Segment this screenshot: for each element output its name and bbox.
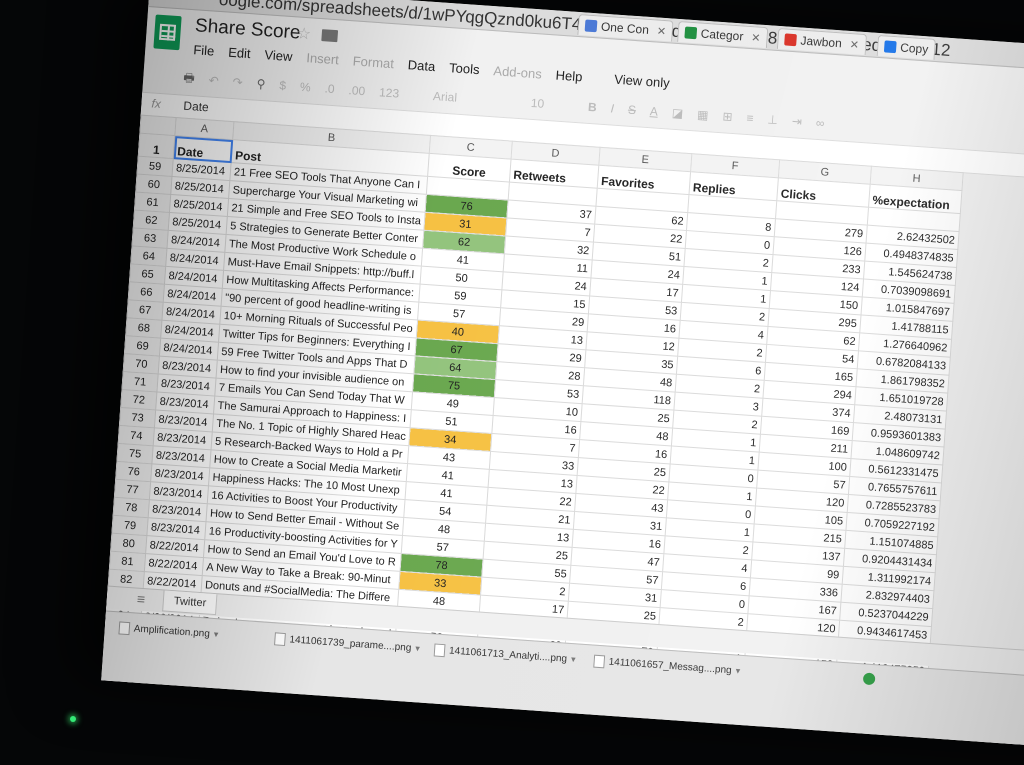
folder-icon[interactable]: [321, 29, 339, 43]
document-title[interactable]: Share Score: [194, 15, 301, 44]
sheets-logo-icon[interactable]: [153, 14, 182, 51]
close-icon[interactable]: ✕: [656, 24, 666, 38]
browser-tab-4[interactable]: Copy: [876, 34, 936, 60]
percent-button: %: [299, 79, 312, 95]
tab-favicon-icon: [684, 26, 698, 40]
text-color-button: A: [649, 104, 659, 119]
menu-format: Format: [352, 53, 395, 72]
italic-button: I: [610, 101, 615, 116]
valign-icon: ⊥: [766, 112, 779, 128]
menu-view[interactable]: View: [264, 47, 293, 64]
chevron-down-icon[interactable]: ▾: [735, 665, 740, 676]
fill-color-icon: ◪: [671, 105, 684, 121]
row-number[interactable]: 64: [130, 245, 167, 267]
monitor-screen: oogle.com/spreadsheets/d/1wPYqgQznd0ku6T…: [101, 0, 1024, 751]
wrap-icon: ⇥: [791, 114, 803, 129]
borders-icon: ▦: [696, 107, 710, 123]
chevron-down-icon[interactable]: ▾: [571, 654, 576, 665]
formula-input[interactable]: Date: [183, 99, 209, 115]
row-number[interactable]: 71: [122, 371, 159, 392]
font-size-select: 10: [530, 95, 545, 111]
row-number[interactable]: 59: [137, 156, 174, 177]
chevron-down-icon[interactable]: ▾: [213, 629, 219, 640]
file-icon: [593, 654, 606, 668]
fx-label: fx: [151, 96, 162, 112]
strikethrough-button: S: [627, 102, 637, 118]
close-icon[interactable]: ✕: [849, 37, 859, 51]
number-format-button: 123: [378, 85, 400, 101]
check-icon: [862, 672, 876, 686]
row-number[interactable]: 81: [109, 551, 146, 572]
view-only-label: View only: [613, 71, 671, 91]
link-icon: ∞: [815, 115, 825, 131]
browser-tab-3[interactable]: Jawbon ✕: [776, 27, 867, 56]
row-number[interactable]: 65: [129, 263, 166, 285]
row-number[interactable]: 72: [120, 389, 157, 410]
download-item[interactable]: 1411061657_Messag....png ▾: [593, 652, 741, 680]
menu-file[interactable]: File: [193, 42, 215, 58]
download-item[interactable]: 1411061739_parame....png ▾: [274, 629, 421, 657]
redo-icon: ↷: [232, 75, 244, 90]
row-number[interactable]: 60: [135, 174, 172, 195]
download-item[interactable]: Amplification.png ▾: [118, 618, 219, 643]
chevron-down-icon[interactable]: ▾: [415, 643, 420, 654]
close-icon[interactable]: ✕: [751, 31, 761, 45]
download-item[interactable]: 1411061713_Analyti....png ▾: [433, 640, 577, 668]
row-number[interactable]: 63: [132, 227, 169, 249]
row-number[interactable]: 78: [113, 497, 150, 518]
row-number[interactable]: 69: [124, 335, 161, 357]
browser-tab-2[interactable]: Categor ✕: [677, 20, 769, 49]
row-number[interactable]: 70: [123, 353, 160, 375]
sheet-tab-twitter[interactable]: Twitter: [162, 590, 218, 616]
decrease-decimal-button: .0: [324, 81, 336, 97]
paint-format-icon[interactable]: ⚲: [256, 77, 266, 92]
menu-data[interactable]: Data: [407, 57, 435, 74]
menu-addons: Add-ons: [492, 63, 543, 82]
row-number[interactable]: 68: [125, 317, 162, 339]
undo-icon: ↶: [208, 73, 220, 89]
power-led: [70, 716, 76, 722]
row-number[interactable]: 79: [111, 515, 149, 536]
tab-favicon-icon: [784, 33, 797, 47]
increase-decimal-button: .00: [348, 83, 366, 99]
menu-edit[interactable]: Edit: [228, 45, 251, 62]
align-icon: ≡: [745, 110, 754, 126]
header-cell-date[interactable]: Date: [173, 135, 233, 163]
menu-insert: Insert: [305, 50, 340, 68]
row-number[interactable]: 75: [116, 443, 154, 464]
merge-icon: ⊞: [721, 109, 734, 124]
row-number[interactable]: 1: [138, 133, 175, 159]
row-number[interactable]: 62: [133, 209, 170, 231]
file-icon: [274, 631, 286, 646]
tab-favicon-icon: [883, 40, 897, 54]
currency-button: $: [278, 78, 287, 93]
menu-tools[interactable]: Tools: [449, 60, 480, 77]
row-number[interactable]: 80: [110, 533, 147, 554]
browser-tab-1[interactable]: One Con ✕: [577, 13, 674, 42]
row-number[interactable]: 76: [115, 461, 152, 482]
file-icon: [433, 642, 446, 657]
menu-help[interactable]: Help: [555, 68, 583, 85]
file-icon: [118, 620, 131, 635]
row-number[interactable]: 74: [118, 425, 155, 446]
print-icon[interactable]: 🖶: [183, 68, 196, 90]
star-icon[interactable]: ☆: [296, 23, 312, 44]
font-select: Arial: [432, 89, 458, 105]
sheet-list-icon[interactable]: ≡: [136, 591, 145, 608]
bold-button: B: [587, 99, 598, 115]
tab-favicon-icon: [584, 19, 598, 33]
row-number[interactable]: 73: [119, 407, 156, 428]
